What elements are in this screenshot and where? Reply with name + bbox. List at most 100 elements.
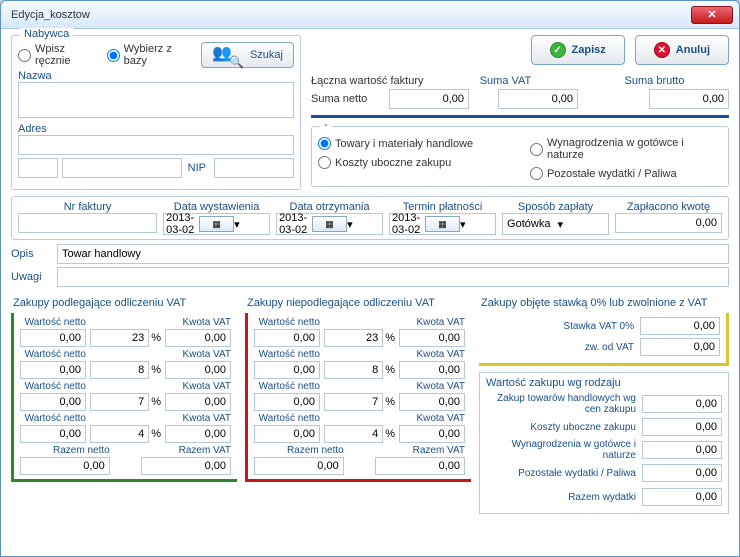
- rate-input[interactable]: [90, 425, 149, 443]
- radio-salary[interactable]: Wynagrodzenia w gotówce i naturze: [530, 137, 722, 161]
- vat-ded-panel: Wartość netto %Kwota VATWartość netto %K…: [11, 313, 237, 482]
- sum-gross-label: Suma brutto: [580, 75, 729, 87]
- bytype-r3-label: Wynagrodzenia w gotówce i naturze: [486, 439, 636, 461]
- rate-input[interactable]: [90, 361, 149, 379]
- nr-input[interactable]: [18, 213, 157, 233]
- name-label: Nazwa: [18, 70, 294, 82]
- vat-input[interactable]: [399, 361, 465, 379]
- search-people-icon: [212, 43, 244, 67]
- vat-ded-title: Zakupy podlegające odliczeniu VAT: [11, 295, 237, 313]
- calendar-icon: ▦: [425, 216, 460, 232]
- vat-input[interactable]: [165, 393, 231, 411]
- sum-vat-input[interactable]: [498, 89, 578, 109]
- addr-label: Adres: [18, 123, 294, 135]
- addr-input[interactable]: [18, 135, 294, 155]
- paid-input[interactable]: [615, 213, 722, 233]
- chevron-down-icon: ▾: [556, 218, 607, 231]
- paid-label: Zapłacono kwotę: [615, 201, 722, 213]
- nip-label: NIP: [186, 162, 210, 174]
- search-button[interactable]: Szukaj: [201, 42, 294, 68]
- rate-input[interactable]: [324, 361, 383, 379]
- net-input[interactable]: [20, 393, 86, 411]
- nr-label: Nr faktury: [18, 201, 157, 213]
- bytype-sum-input[interactable]: [642, 488, 722, 506]
- sum-net-input[interactable]: [389, 89, 469, 109]
- net-input[interactable]: [254, 329, 320, 347]
- vat-exempt-input[interactable]: [640, 338, 720, 356]
- bytype-r2-label: Koszty uboczne zakupu: [486, 422, 636, 433]
- opis-input[interactable]: [57, 244, 729, 264]
- close-button[interactable]: ✕: [691, 6, 733, 24]
- radio-manual[interactable]: Wpisz ręcznie: [18, 43, 99, 67]
- vat-input[interactable]: [399, 425, 465, 443]
- net-input[interactable]: [20, 361, 86, 379]
- window-title: Edycja_kosztow: [7, 9, 691, 21]
- date-issue[interactable]: 2013-03-02▦▾: [163, 213, 270, 235]
- sum-net-input[interactable]: [254, 457, 344, 475]
- uwagi-label: Uwagi: [11, 271, 51, 283]
- name-input[interactable]: [18, 82, 294, 118]
- calendar-icon: ▦: [312, 216, 347, 232]
- bytype-r1-input[interactable]: [642, 395, 722, 413]
- vat-input[interactable]: [399, 329, 465, 347]
- net-input[interactable]: [254, 361, 320, 379]
- sum-vat-input[interactable]: [375, 457, 465, 475]
- vat0-label: Stawka VAT 0%: [485, 321, 634, 332]
- bytype-r4-input[interactable]: [642, 464, 722, 482]
- category-group: -: [320, 119, 332, 131]
- nip-input[interactable]: [214, 158, 294, 178]
- vat-noded-title: Zakupy niepodlegające odliczeniu VAT: [245, 295, 471, 313]
- totals-title: Łączna wartość faktury: [311, 75, 424, 87]
- vat-zero-title: Zakupy objęte stawką 0% lub zwolnione z …: [479, 295, 729, 313]
- opis-label: Opis: [11, 248, 51, 260]
- rate-input[interactable]: [324, 425, 383, 443]
- sum-net-label: Suma netto: [311, 93, 381, 105]
- date-recv[interactable]: 2013-03-02▦▾: [276, 213, 383, 235]
- paytype-select[interactable]: Gotówka▾: [502, 213, 609, 235]
- vat-input[interactable]: [165, 329, 231, 347]
- buyer-group-title: Nabywca: [20, 28, 73, 40]
- net-input[interactable]: [20, 425, 86, 443]
- bytype-r2-input[interactable]: [642, 418, 722, 436]
- net-input[interactable]: [254, 425, 320, 443]
- rate-input[interactable]: [90, 393, 149, 411]
- radio-from-db[interactable]: Wybierz z bazy: [107, 43, 193, 67]
- check-icon: ✓: [550, 42, 566, 58]
- rate-input[interactable]: [324, 393, 383, 411]
- date-due[interactable]: 2013-03-02▦▾: [389, 213, 496, 235]
- rate-input[interactable]: [324, 329, 383, 347]
- sum-vat-input[interactable]: [141, 457, 231, 475]
- chevron-down-icon: ▾: [460, 218, 493, 231]
- net-input[interactable]: [254, 393, 320, 411]
- cancel-button[interactable]: ✕Anuluj: [635, 35, 729, 65]
- chevron-down-icon: ▾: [234, 218, 267, 231]
- sum-net-input[interactable]: [20, 457, 110, 475]
- vat-input[interactable]: [165, 361, 231, 379]
- radio-other[interactable]: Pozostałe wydatki / Paliwa: [530, 167, 722, 180]
- vat0-input[interactable]: [640, 317, 720, 335]
- paytype-label: Sposób zapłaty: [502, 201, 609, 213]
- bytype-r3-input[interactable]: [642, 441, 722, 459]
- net-input[interactable]: [20, 329, 86, 347]
- save-button[interactable]: ✓Zapisz: [531, 35, 625, 65]
- city-input[interactable]: [62, 158, 182, 178]
- rate-input[interactable]: [90, 329, 149, 347]
- calendar-icon: ▦: [199, 216, 234, 232]
- bytype-sum-label: Razem wydatki: [486, 492, 636, 503]
- cancel-icon: ✕: [654, 42, 670, 58]
- vat-exempt-label: zw. od VAT: [485, 342, 634, 353]
- uwagi-input[interactable]: [57, 267, 729, 287]
- vat-noded-panel: Wartość netto %Kwota VATWartość netto %K…: [245, 313, 471, 482]
- bytype-title: Wartość zakupu wg rodzaju: [486, 377, 722, 393]
- radio-goods[interactable]: Towary i materiały handlowe: [318, 137, 510, 150]
- bytype-r4-label: Pozostałe wydatki / Paliwa: [486, 468, 636, 479]
- zip-input[interactable]: [18, 158, 58, 178]
- vat-input[interactable]: [399, 393, 465, 411]
- sum-gross-input[interactable]: [649, 89, 729, 109]
- titlebar: Edycja_kosztow ✕: [1, 1, 739, 29]
- chevron-down-icon: ▾: [347, 218, 380, 231]
- bytype-r1-label: Zakup towarów handlowych wg cen zakupu: [486, 393, 636, 415]
- radio-sidecosts[interactable]: Koszty uboczne zakupu: [318, 156, 510, 169]
- sum-vat-label: Suma VAT: [431, 75, 580, 87]
- vat-input[interactable]: [165, 425, 231, 443]
